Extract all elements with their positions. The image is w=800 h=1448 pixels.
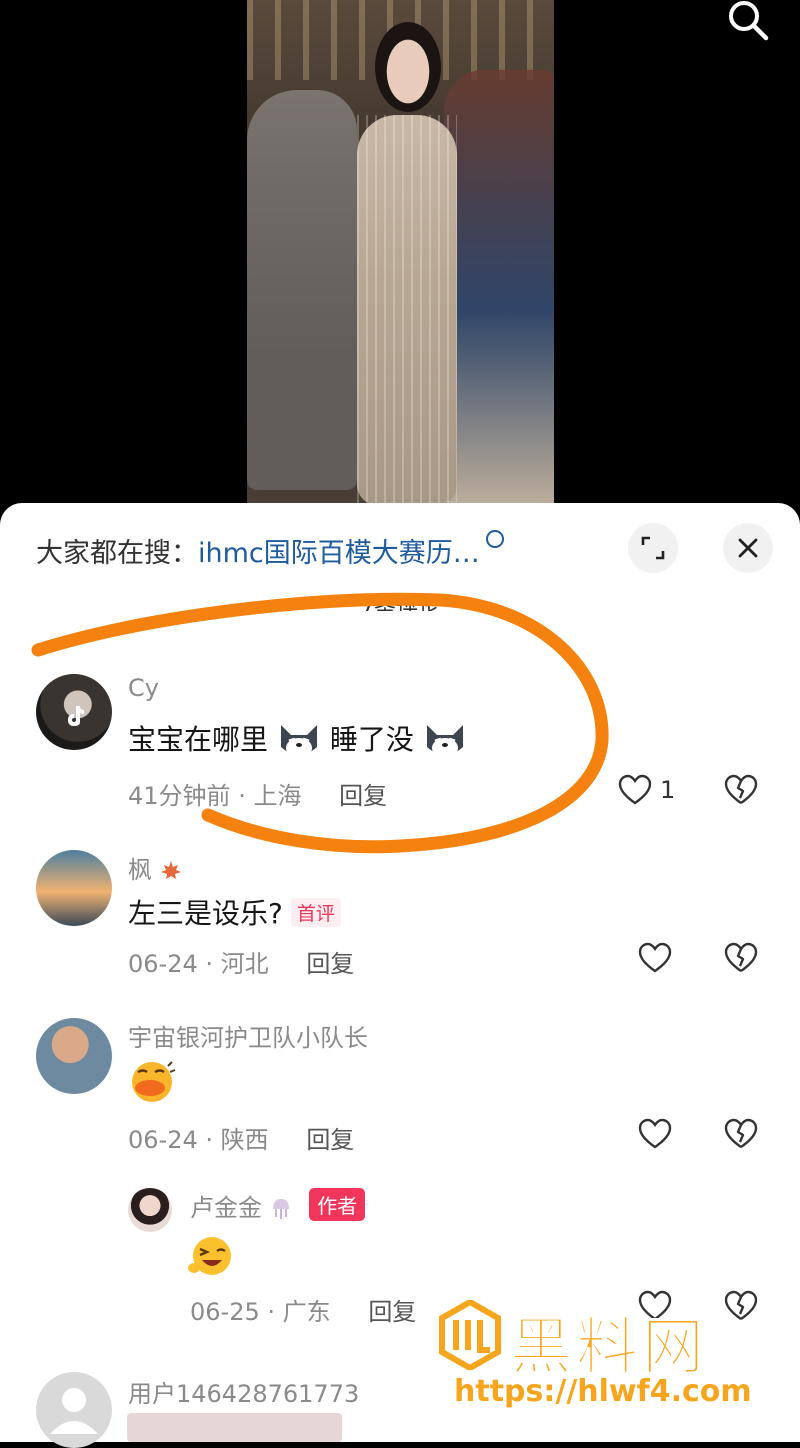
comment-username[interactable]: 用户146428761773 (128, 1374, 359, 1409)
dislike-button[interactable] (724, 942, 758, 978)
site-watermark: 黑料网 https://hlwf4.com (438, 1296, 768, 1416)
default-user-icon (50, 1388, 98, 1434)
comment-meta: 06-24 · 陕西 回复 (128, 1120, 354, 1155)
username-text: 卢金金 (190, 1194, 262, 1222)
close-icon (738, 538, 758, 558)
comment-time: 06-25 (190, 1298, 260, 1326)
winking-laugh-emoji-icon (188, 1237, 231, 1275)
comment-location: 上海 (253, 782, 302, 810)
heart-icon (638, 942, 672, 973)
avatar[interactable] (36, 850, 112, 926)
watermark-title: 黑料网 (509, 1310, 709, 1384)
comment-location: 陕西 (220, 1126, 269, 1154)
comment-username[interactable]: 卢金金 作者 (190, 1188, 366, 1224)
like-button[interactable]: 1 (618, 774, 675, 806)
background-crowd-left (247, 90, 357, 490)
avatar[interactable] (36, 1018, 112, 1094)
comment-time: 41分钟前 (128, 782, 231, 810)
broken-heart-icon (724, 774, 758, 804)
meta-separator: · (267, 1298, 276, 1326)
watermark-url: https://hlwf4.com (454, 1374, 752, 1409)
like-button[interactable] (638, 942, 672, 974)
broken-heart-icon (724, 942, 758, 972)
meta-separator: · (205, 1126, 214, 1154)
video-frame[interactable] (247, 0, 554, 505)
first-comment-badge: 首评 (290, 898, 341, 927)
comment-meta: 06-24 · 河北 回复 (128, 944, 354, 979)
meta-separator: · (205, 950, 214, 978)
maple-leaf-icon (160, 861, 181, 879)
like-count: 1 (660, 776, 676, 804)
broken-heart-icon (724, 1118, 758, 1148)
comment-image-thumbnail[interactable] (127, 1413, 342, 1442)
comment-meta: 41分钟前 · 上海 回复 (128, 776, 387, 811)
close-button[interactable] (723, 523, 773, 573)
search-icon[interactable] (724, 0, 772, 44)
comment-text-part: 睡了没 (329, 723, 414, 756)
comment-meta: 06-25 · 广东 回复 (190, 1292, 416, 1327)
hot-search-prefix: 大家都在搜： (36, 538, 198, 569)
author-badge: 作者 (309, 1188, 366, 1221)
comment-username[interactable]: 枫 (128, 850, 182, 885)
heart-icon (638, 1118, 672, 1149)
comment-text-part: 左三是设乐? (128, 897, 283, 930)
expand-button[interactable] (628, 523, 678, 573)
comment-location: 广东 (282, 1298, 331, 1326)
tiktok-icon (68, 706, 84, 726)
hot-search-term[interactable]: ihmc国际百模大赛历… (198, 538, 480, 569)
reply-button[interactable]: 回复 (306, 1126, 354, 1154)
watermark-logo-icon (439, 1300, 501, 1370)
husky-emoji-icon (426, 725, 463, 758)
avatar[interactable] (128, 1188, 172, 1232)
comment-text: 宝宝在哪里 睡了没 (128, 718, 467, 761)
comment-text: 左三是设乐? 首评 (128, 892, 341, 932)
husky-emoji-icon (280, 725, 317, 758)
comment-text (128, 1060, 176, 1104)
video-subject-head (375, 22, 441, 112)
comment-time: 06-24 (128, 1126, 198, 1154)
reply-button[interactable]: 回复 (339, 782, 387, 810)
hot-search-bar[interactable]: 大家都在搜：ihmc国际百模大赛历… (36, 530, 504, 570)
reply-button[interactable]: 回复 (306, 950, 354, 978)
meta-separator: · (238, 782, 246, 810)
avatar[interactable] (36, 674, 112, 750)
avatar[interactable] (36, 1372, 112, 1448)
dislike-button[interactable] (724, 1118, 758, 1154)
video-subject (357, 115, 457, 505)
comment-text (188, 1234, 236, 1278)
comment-location: 河北 (220, 950, 269, 978)
like-button[interactable] (638, 1118, 672, 1150)
comment-time: 06-24 (128, 950, 198, 978)
comment-count: 7条评论 (360, 597, 440, 611)
background-crowd-right (444, 70, 554, 505)
comment-username[interactable]: 宇宙银河护卫队小队长 (128, 1018, 368, 1053)
jellyfish-icon (272, 1199, 289, 1219)
reply-button[interactable]: 回复 (368, 1298, 416, 1326)
heart-icon (618, 774, 652, 805)
expand-icon (641, 536, 665, 560)
hot-search-magnifier-icon (485, 530, 504, 548)
comment-text-part: 宝宝在哪里 (128, 723, 269, 756)
duck-emoji-icon (132, 1061, 176, 1102)
comment-username[interactable]: Cy (128, 674, 159, 702)
dislike-button[interactable] (724, 774, 758, 810)
username-text: 枫 (128, 856, 152, 884)
